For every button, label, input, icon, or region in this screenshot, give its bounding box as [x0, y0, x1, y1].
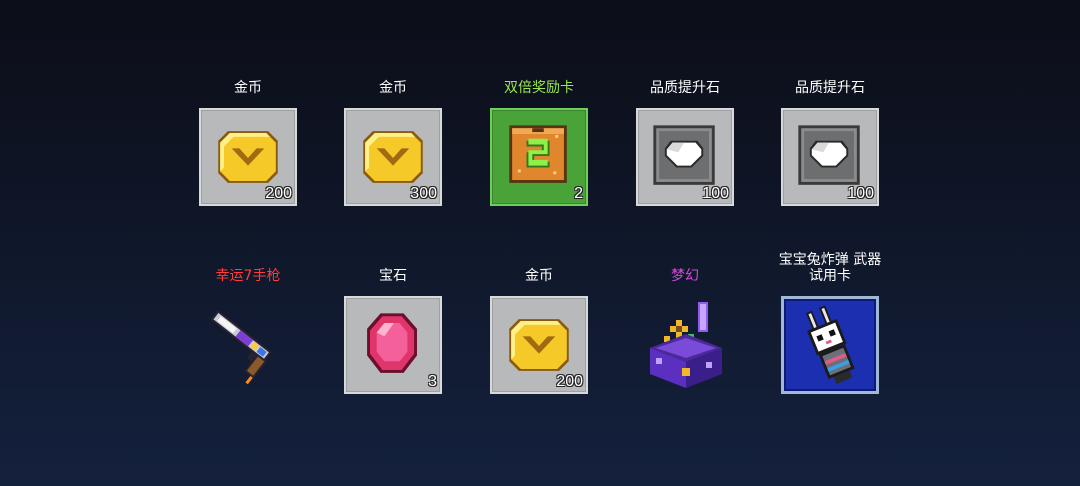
reward-count: 200 — [265, 185, 292, 202]
reward-count: 3 — [428, 373, 437, 390]
reward-name: 品质提升石 — [795, 80, 865, 96]
reward-tile[interactable]: 100 — [781, 108, 879, 206]
reward-tile[interactable]: 300 — [344, 108, 442, 206]
double-reward-card-icon — [509, 125, 567, 183]
reward-name: 幸运7手枪 — [215, 268, 281, 284]
bunny-bomb-trial-card-icon — [806, 305, 855, 384]
reward-item-lucky-seven-pistol[interactable]: 幸运7手枪 — [175, 248, 321, 394]
reward-tile[interactable]: 100 — [636, 108, 734, 206]
reward-count: 2 — [574, 185, 583, 202]
reward-count: 300 — [410, 185, 437, 202]
reward-item-gold-coin[interactable]: 金币 200 — [466, 248, 612, 394]
reward-tile[interactable]: 3 — [344, 296, 442, 394]
reward-grid: 金币 200 金币 300 双倍奖励卡 2 品质提升石 100 品质提升石 10… — [0, 0, 1080, 486]
reward-item-gem[interactable]: 宝石 3 — [320, 248, 466, 394]
reward-tile[interactable]: 2 — [490, 108, 588, 206]
reward-name: 品质提升石 — [650, 80, 720, 96]
reward-item-double-reward-card[interactable]: 双倍奖励卡 2 — [466, 60, 612, 206]
lucky-seven-pistol-icon — [210, 310, 272, 385]
reward-tile[interactable]: 200 — [490, 296, 588, 394]
reward-count: 100 — [847, 185, 874, 202]
reward-tile[interactable] — [199, 296, 297, 394]
reward-item-gold-coin[interactable]: 金币 300 — [320, 60, 466, 206]
dream-chest-icon — [650, 302, 722, 388]
reward-tile[interactable] — [636, 296, 734, 394]
reward-tile[interactable] — [781, 296, 879, 394]
reward-item-quality-stone[interactable]: 品质提升石 100 — [757, 60, 903, 206]
reward-name: 金币 — [379, 80, 407, 96]
reward-name: 双倍奖励卡 — [504, 80, 574, 96]
reward-count: 100 — [702, 185, 729, 202]
reward-name: 宝石 — [379, 268, 407, 284]
gem-icon — [367, 313, 417, 373]
reward-tile[interactable]: 200 — [199, 108, 297, 206]
reward-item-quality-stone[interactable]: 品质提升石 100 — [612, 60, 758, 206]
reward-item-gold-coin[interactable]: 金币 200 — [175, 60, 321, 206]
reward-name: 金币 — [525, 268, 553, 284]
reward-name: 宝宝兔炸弹 武器 试用卡 — [778, 252, 882, 284]
reward-item-bunny-bomb-trial-card[interactable]: 宝宝兔炸弹 武器 试用卡 — [757, 248, 903, 394]
reward-item-dream-chest[interactable]: 梦幻 — [612, 248, 758, 394]
reward-count: 200 — [556, 373, 583, 390]
reward-name: 梦幻 — [671, 268, 699, 284]
reward-name: 金币 — [234, 80, 262, 96]
